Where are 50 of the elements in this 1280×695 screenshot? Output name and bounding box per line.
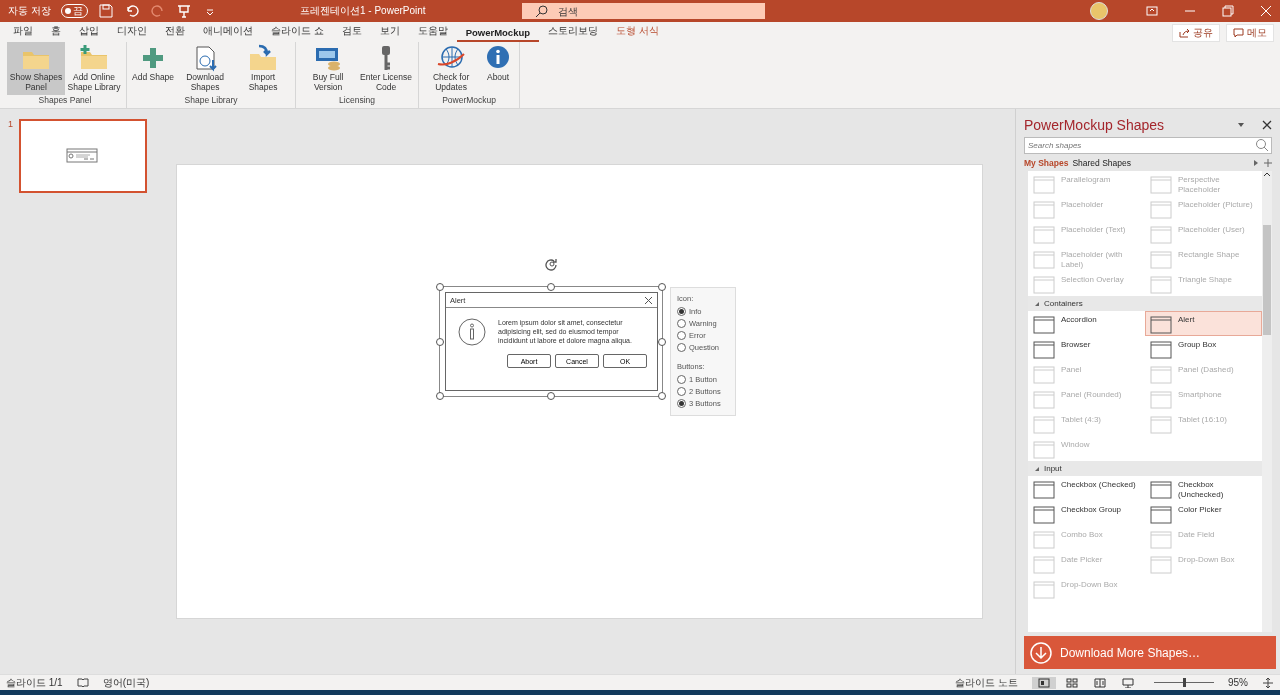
ribbon-button[interactable]: Buy Full Version	[299, 42, 358, 95]
ribbon-tab[interactable]: 디자인	[108, 25, 156, 42]
search-field[interactable]: 검색	[522, 3, 765, 19]
notes-button[interactable]: 슬라이드 노트	[955, 675, 1018, 690]
shape-item[interactable]: Checkbox Group	[1028, 501, 1145, 526]
slide-number: 1	[8, 119, 13, 129]
language-label[interactable]: 영어(미국)	[102, 675, 150, 690]
window-title: 프레젠테이션1 - PowerPoint	[300, 4, 426, 18]
autosave-label: 자동 저장	[8, 4, 51, 18]
shape-search-field[interactable]: Search shapes	[1024, 137, 1272, 154]
ribbon-tab[interactable]: 홈	[42, 25, 70, 42]
group-label: Shapes Panel	[38, 95, 92, 107]
section-header[interactable]: Input	[1028, 461, 1262, 476]
shape-item[interactable]: Group Box	[1145, 336, 1262, 361]
group-label: Shape Library	[184, 95, 238, 107]
shape-item[interactable]: Checkbox (Checked)	[1028, 476, 1145, 501]
zoom-level[interactable]: 95%	[1228, 677, 1248, 688]
shape-item[interactable]: Color Picker	[1145, 501, 1262, 526]
group-label: Licensing	[339, 95, 376, 107]
ribbon-tab[interactable]: 파일	[4, 25, 42, 42]
library-tab[interactable]: My Shapes	[1024, 158, 1069, 168]
comment-button[interactable]: 메모	[1226, 24, 1274, 42]
ribbon-tab[interactable]: 보기	[370, 25, 409, 42]
shape-item[interactable]: Alert	[1145, 311, 1262, 336]
ribbon-button[interactable]: Enter License Code	[357, 42, 416, 95]
ribbon-button[interactable]: Show Shapes Panel	[7, 42, 65, 95]
ribbon-tab[interactable]: 전환	[156, 25, 194, 42]
ribbon-tab[interactable]: 도형 서식	[607, 25, 668, 42]
slide-counter: 슬라이드 1/1	[6, 675, 63, 690]
ribbon-tab[interactable]: 스토리보딩	[539, 25, 608, 42]
ribbon-tab[interactable]: 애니메이션	[194, 25, 262, 42]
ribbon-button[interactable]: Check for Updates	[422, 42, 481, 95]
ribbon-button[interactable]: Add Shape	[130, 42, 177, 95]
ribbon-button[interactable]: Add Online Shape Library	[65, 42, 123, 95]
download-more-button[interactable]: Download More Shapes…	[1024, 636, 1276, 669]
shape-item[interactable]: Browser	[1028, 336, 1145, 361]
shape-item[interactable]: Checkbox (Unchecked)	[1145, 476, 1262, 501]
ribbon-tab[interactable]: 검토	[332, 25, 371, 42]
ribbon-tab[interactable]: 슬라이드 쇼	[262, 25, 333, 42]
section-header[interactable]: Containers	[1028, 296, 1262, 311]
shape-item[interactable]: Accordion	[1028, 311, 1145, 336]
ribbon-tab[interactable]: 삽입	[70, 25, 108, 42]
group-label: PowerMockup	[442, 95, 496, 107]
ribbon-button[interactable]: About	[480, 42, 517, 95]
panel-title: PowerMockup Shapes	[1024, 117, 1165, 133]
ribbon-tab[interactable]: 도움말	[408, 25, 457, 42]
ribbon-button[interactable]: Import Shapes	[234, 42, 293, 95]
ribbon-button[interactable]: Download Shapes	[176, 42, 235, 95]
share-button[interactable]: 공유	[1172, 24, 1220, 42]
library-tab[interactable]: Shared Shapes	[1072, 158, 1131, 168]
